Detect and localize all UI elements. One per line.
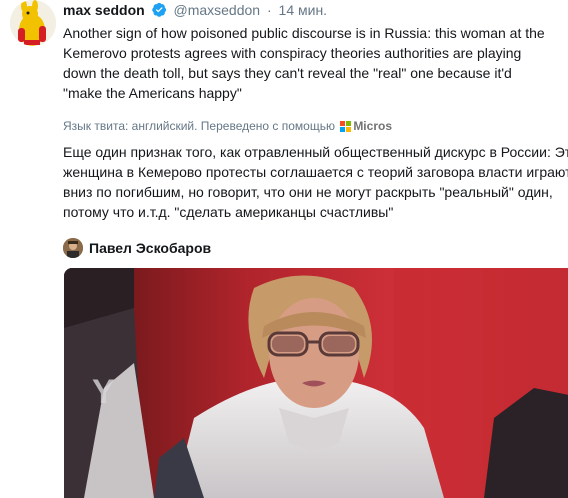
translated-text: Еще один признак того, как отравленный о… xyxy=(63,142,568,222)
svg-text:Y: Y xyxy=(92,373,115,411)
author-handle[interactable]: @maxseddon xyxy=(173,2,260,18)
separator: · xyxy=(266,2,272,18)
translated-line: женщина в Кемерово протесты соглашается … xyxy=(63,164,568,180)
translator-brand[interactable]: Micros xyxy=(353,119,392,133)
user-avatar[interactable] xyxy=(10,0,56,46)
translated-line: вниз по погибшим, но говорит, что они не… xyxy=(63,184,553,200)
tweet-content: max seddon @maxseddon · 14 мин. Another … xyxy=(63,0,568,259)
verified-badge-icon xyxy=(151,2,167,22)
translation-attribution-label: Язык твита: английский. Переведено с пом… xyxy=(63,119,335,133)
quoted-author-name: Павел Эскобаров xyxy=(89,240,212,256)
microsoft-logo-icon xyxy=(340,121,352,132)
tweet-timestamp[interactable]: 14 мин. xyxy=(279,2,328,18)
translated-line: Еще один признак того, как отравленный о… xyxy=(63,144,568,160)
tweet-text: Another sign of how poisoned public disc… xyxy=(63,25,545,101)
tweet-header: max seddon @maxseddon · 14 мин. xyxy=(63,0,568,20)
translation-attribution: Язык твита: английский. Переведено с пом… xyxy=(63,118,568,134)
author-name[interactable]: max seddon xyxy=(63,2,145,18)
translated-line: потому что и.т.д. "сделать американцы сч… xyxy=(63,204,394,220)
quoted-author[interactable]: Павел Эскобаров xyxy=(63,237,568,259)
quoted-author-avatar xyxy=(63,238,83,258)
tweet-media-image[interactable]: Y xyxy=(64,268,568,498)
